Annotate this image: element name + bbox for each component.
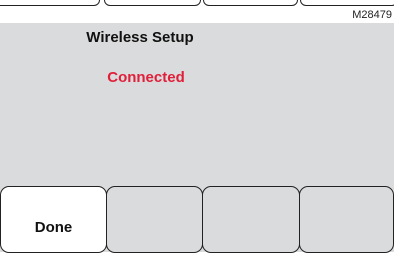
done-button-label: Done <box>34 219 73 236</box>
done-button[interactable]: Done <box>0 186 107 253</box>
top-button-1[interactable] <box>0 0 100 6</box>
top-button-4[interactable] <box>300 0 394 6</box>
top-button-2[interactable] <box>104 0 201 6</box>
thermostat-screen: Wireless Setup Connected Done <box>0 23 394 253</box>
top-button-3[interactable] <box>203 0 298 6</box>
soft-button-4[interactable] <box>299 186 394 253</box>
connection-status: Connected <box>107 69 185 86</box>
figure-id: M28479 <box>352 9 392 21</box>
top-button-row <box>0 0 394 8</box>
soft-button-row: Done <box>0 186 394 253</box>
screen-title: Wireless Setup <box>86 29 194 46</box>
soft-button-2[interactable] <box>106 186 203 253</box>
soft-button-3[interactable] <box>202 186 300 253</box>
